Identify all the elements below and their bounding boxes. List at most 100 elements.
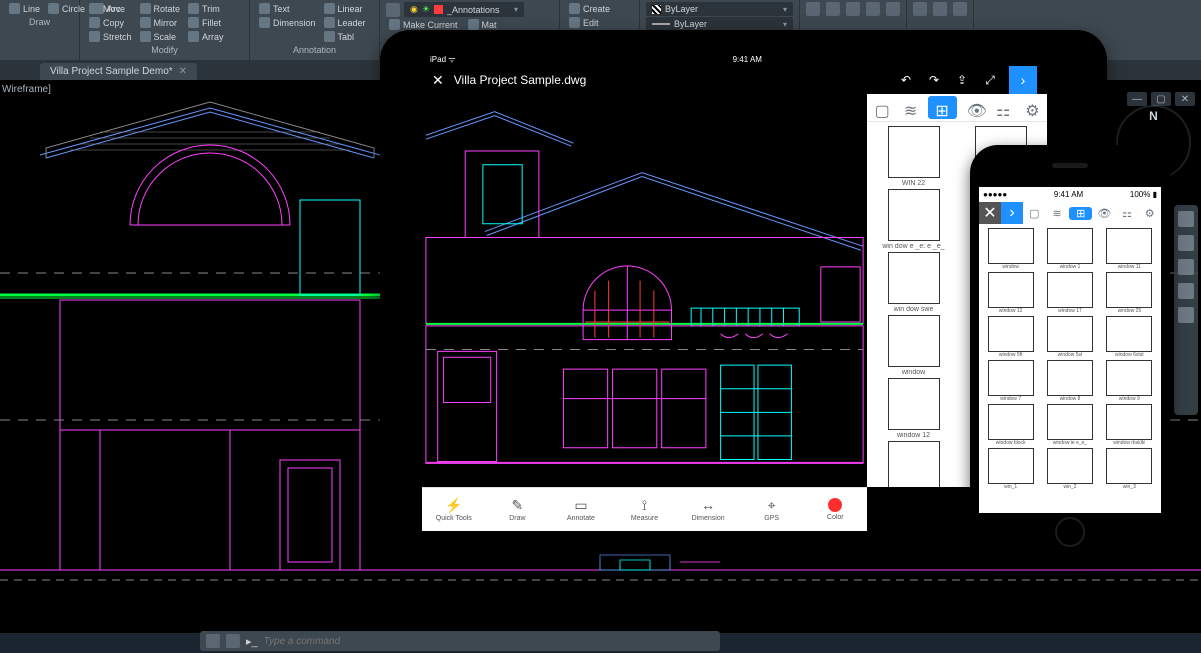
block-item[interactable]: win dow e _e: e _e_ — [871, 189, 956, 250]
util-icon-8[interactable] — [953, 2, 967, 16]
document-tab[interactable]: Villa Project Sample Demo* ✕ — [40, 63, 197, 80]
command-input[interactable] — [264, 636, 714, 647]
ipad-share-icon[interactable]: ⇪ — [953, 71, 971, 89]
block-item[interactable]: window 8 — [1041, 360, 1098, 402]
block-create[interactable]: Create — [566, 2, 633, 15]
block-item[interactable]: window 5ft — [982, 316, 1039, 358]
command-line[interactable]: ▸_ — [200, 631, 720, 651]
block-item[interactable]: window 12 — [982, 272, 1039, 314]
ipad-bottom-quick-tools[interactable]: ⚡Quick Tools — [422, 488, 486, 531]
ipad-close-icon[interactable]: ✕ — [432, 72, 444, 89]
modify-stretch[interactable]: Stretch — [86, 30, 135, 43]
block-item[interactable]: window 5ft — [871, 441, 956, 487]
modify-mirror[interactable]: Mirror — [137, 16, 184, 29]
iphone-layers-icon[interactable]: ≋ — [1046, 205, 1069, 222]
nav-wheel-icon[interactable] — [1178, 211, 1194, 227]
util-icon-2[interactable] — [826, 2, 840, 16]
nav-orbit-icon[interactable] — [1178, 283, 1194, 299]
block-item[interactable]: window 12 — [871, 378, 956, 439]
iphone-sliders-icon[interactable]: ⚏ — [1116, 205, 1139, 222]
modify-move[interactable]: Move — [86, 2, 135, 15]
iphone-settings-icon[interactable]: ⚙ — [1138, 205, 1161, 222]
modify-copy[interactable]: Copy — [86, 16, 135, 29]
block-item[interactable]: window — [871, 315, 956, 376]
ipad-panel-toggle[interactable]: › — [1009, 66, 1037, 94]
block-item[interactable]: WIN 22 — [871, 126, 956, 187]
util-icon-1[interactable] — [806, 2, 820, 16]
block-item[interactable]: win_1 — [982, 448, 1039, 490]
block-item[interactable]: win_3 — [1101, 448, 1158, 490]
ipad-bottom-draw[interactable]: ✎Draw — [486, 488, 550, 531]
layer-combo[interactable]: ◉☀ _Annotations — [404, 2, 524, 17]
modify-rotate[interactable]: Rotate — [137, 2, 184, 15]
ipad-redo-icon[interactable]: ↷ — [925, 71, 943, 89]
block-item[interactable]: window 7 — [982, 360, 1039, 402]
iphone-block-grid[interactable]: windowwindow 1window 11 window 12window 1… — [979, 225, 1161, 513]
anno-text[interactable]: Text — [256, 2, 319, 15]
iphone-close-icon[interactable]: ✕ — [979, 202, 1001, 224]
anno-linear[interactable]: Linear — [321, 2, 369, 15]
ipad-bottom-dimension[interactable]: ↔Dimension — [676, 488, 740, 531]
block-item[interactable]: window ie e_e_ — [1041, 404, 1098, 446]
viewport-style-label[interactable]: Wireframe] — [2, 84, 51, 95]
nav-zoom-icon[interactable] — [1178, 259, 1194, 275]
block-item[interactable]: win dow swe — [871, 252, 956, 313]
ipad-undo-icon[interactable]: ↶ — [897, 71, 915, 89]
side-visibility-icon[interactable]: 👁 — [959, 94, 988, 121]
layer-props-icon[interactable] — [386, 3, 400, 17]
util-icon-6[interactable] — [913, 2, 927, 16]
block-item[interactable]: window 5st — [1041, 316, 1098, 358]
modify-fillet[interactable]: Fillet — [185, 16, 227, 29]
block-item[interactable]: win_2 — [1041, 448, 1098, 490]
modify-array[interactable]: Array — [185, 30, 227, 43]
iphone-device: ●●●●● 9:41 AM 100% ▮ ✕ › ▢ ≋ ⊞ 👁 ⚏ ⚙ win… — [970, 145, 1170, 555]
iphone-panel-toggle[interactable]: › — [1001, 202, 1023, 224]
anno-leader[interactable]: Leader — [321, 16, 369, 29]
block-item[interactable]: window rbsklkl — [1101, 404, 1158, 446]
minimize-viewport[interactable]: — — [1127, 92, 1147, 106]
block-item[interactable]: window 6stst — [1101, 316, 1158, 358]
block-item[interactable]: window 9 — [1101, 360, 1158, 402]
block-item[interactable]: window 17 — [1041, 272, 1098, 314]
util-icon-4[interactable] — [866, 2, 880, 16]
block-item[interactable]: window block — [982, 404, 1039, 446]
block-item[interactable]: window 11 — [1101, 228, 1158, 270]
util-icon-7[interactable] — [933, 2, 947, 16]
linetype-combo[interactable]: ByLayer — [646, 17, 793, 31]
ipad-bottom-annotate[interactable]: ▭Annotate — [549, 488, 613, 531]
nav-pan-icon[interactable] — [1178, 235, 1194, 251]
modify-scale[interactable]: Scale — [137, 30, 184, 43]
modify-trim[interactable]: Trim — [185, 2, 227, 15]
draw-line[interactable]: Line — [6, 2, 43, 15]
side-layers-icon[interactable]: ≋ — [896, 94, 925, 121]
ipad-bottom-gps[interactable]: ⌖GPS — [740, 488, 804, 531]
util-icon-3[interactable] — [846, 2, 860, 16]
side-blocks-icon[interactable]: ⊞ — [928, 96, 957, 119]
ipad-bottom-color[interactable]: Color — [803, 488, 867, 531]
util-icon-5[interactable] — [886, 2, 900, 16]
block-item[interactable]: window 25 — [1101, 272, 1158, 314]
ipad-file-title: Villa Project Sample.dwg — [454, 73, 887, 87]
ipad-expand-icon[interactable]: ⤢ — [981, 71, 999, 89]
iphone-blocks-icon[interactable]: ⊞ — [1069, 207, 1092, 220]
tab-close-icon[interactable]: ✕ — [179, 66, 187, 77]
side-sliders-icon[interactable]: ⚏ — [988, 94, 1017, 121]
restore-viewport[interactable]: ▢ — [1151, 92, 1171, 106]
side-screen-icon[interactable]: ▢ — [867, 94, 896, 121]
cmd-history-icon[interactable] — [206, 634, 220, 648]
close-viewport[interactable]: ✕ — [1175, 92, 1195, 106]
ipad-drawing-canvas[interactable] — [422, 94, 867, 487]
block-edit[interactable]: Edit — [566, 16, 633, 29]
ipad-bottom-measure[interactable]: ⟟Measure — [613, 488, 677, 531]
block-item[interactable]: window 1 — [1041, 228, 1098, 270]
iphone-screen-icon[interactable]: ▢ — [1023, 205, 1046, 222]
nav-showmotion-icon[interactable] — [1178, 307, 1194, 323]
color-combo[interactable]: ByLayer — [646, 2, 793, 16]
anno-table[interactable]: Tabl — [321, 30, 369, 43]
iphone-status-bar: ●●●●● 9:41 AM 100% ▮ — [979, 187, 1161, 201]
iphone-visibility-icon[interactable]: 👁 — [1093, 205, 1116, 222]
anno-dimension[interactable]: Dimension — [256, 16, 319, 29]
iphone-home-button[interactable] — [1055, 517, 1085, 547]
block-item[interactable]: window — [982, 228, 1039, 270]
side-settings-icon[interactable]: ⚙ — [1018, 94, 1047, 121]
